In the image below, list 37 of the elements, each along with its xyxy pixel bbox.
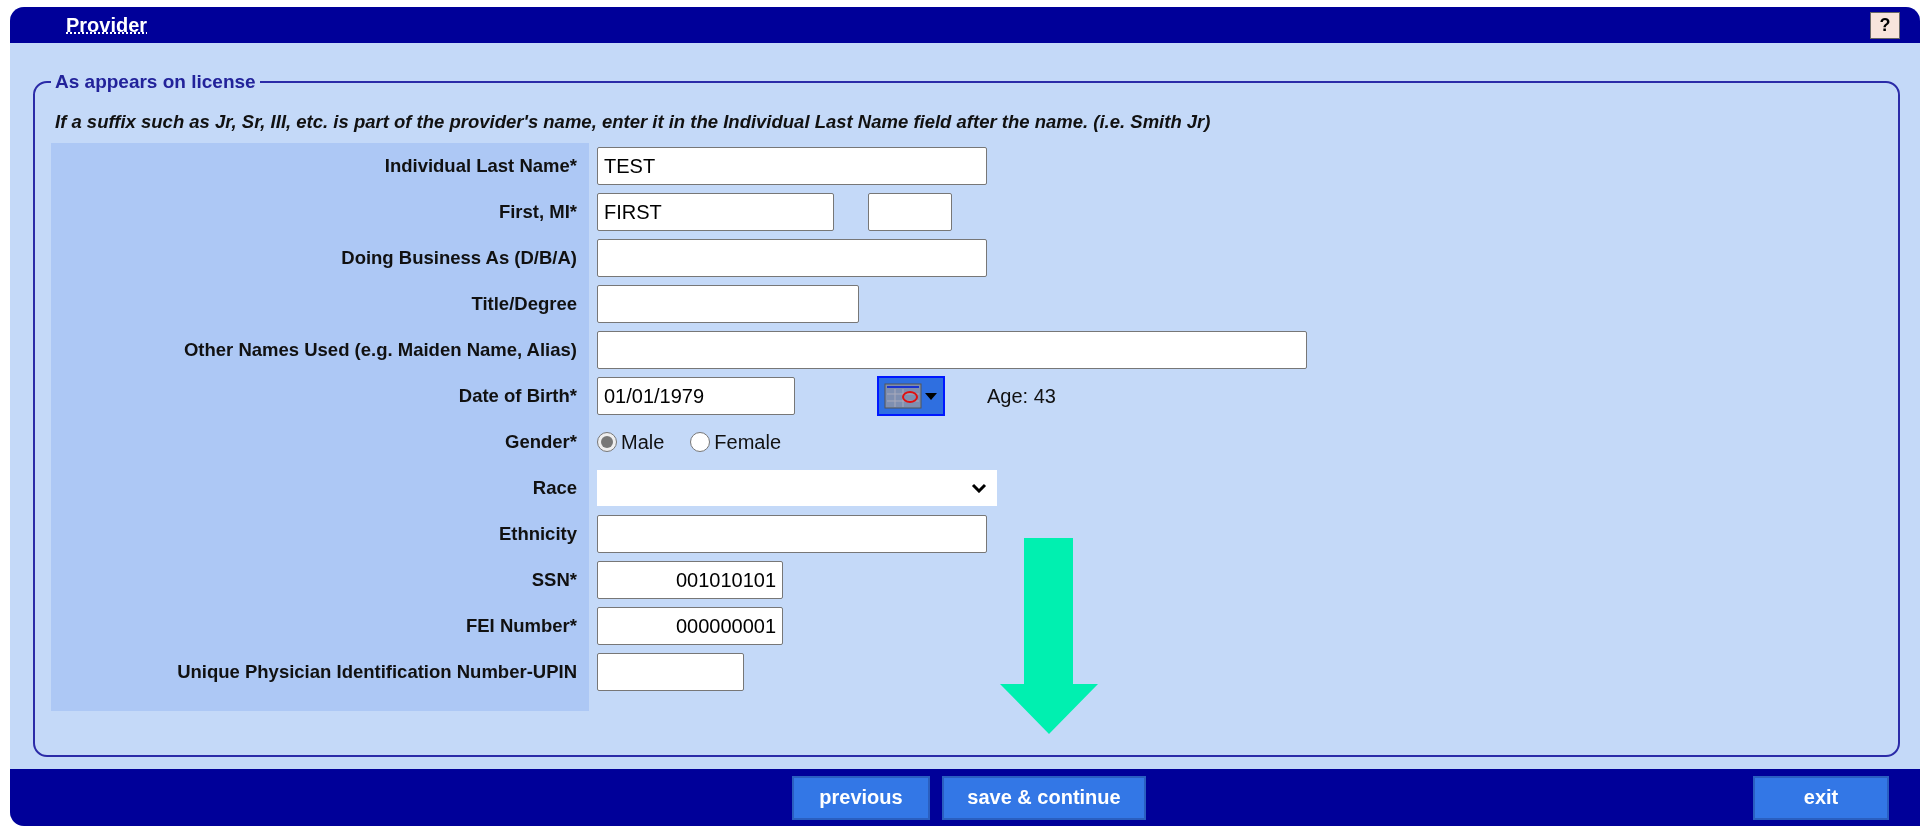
field-label: First, MI* (497, 201, 578, 223)
input-field[interactable]: 001010101 (597, 561, 783, 599)
field-label: FEI Number* (464, 615, 578, 637)
input-field[interactable]: 000000001 (597, 607, 783, 645)
input-field[interactable] (597, 285, 859, 323)
input-field[interactable] (597, 515, 987, 553)
input-field[interactable] (597, 653, 744, 691)
calendar-icon (883, 381, 939, 411)
field-label: Ethnicity (497, 523, 578, 545)
field-label: Gender* (504, 431, 578, 453)
field-label: Doing Business As (D/B/A) (340, 247, 578, 269)
input-field[interactable] (597, 239, 987, 277)
help-button[interactable]: ? (1870, 11, 1900, 39)
field-label: Other Names Used (e.g. Maiden Name, Alias) (182, 339, 578, 361)
field-label: Date of Birth* (457, 385, 578, 407)
down-arrow-icon (1000, 538, 1098, 734)
field-label: Individual Last Name* (383, 155, 578, 177)
age-text: Age: 43 (987, 384, 1056, 408)
date-field[interactable]: 01/01/1979 (597, 377, 795, 415)
input-field[interactable] (597, 331, 1307, 369)
input-field[interactable]: FIRST (597, 193, 834, 231)
radio-option[interactable]: Male (597, 430, 665, 454)
input-field[interactable]: TEST (597, 147, 987, 185)
field-label: Unique Physician Identification Number-UPIN (176, 661, 578, 683)
instruction-text: If a suffix such as Jr, Sr, III, etc. is part of the provider's name, enter it in the Individual Last Name field after the name. (i.e. Smith Jr) (55, 111, 1212, 133)
field-label: Race (531, 477, 578, 499)
field-label: SSN* (530, 569, 578, 591)
field-label: Title/Degree (470, 293, 578, 315)
exit-button[interactable]: exit (1753, 775, 1889, 820)
window-title: Provider (66, 13, 148, 37)
chevron-icon (971, 483, 987, 493)
nav-button[interactable]: previous (792, 775, 930, 820)
calendar-button[interactable] (877, 376, 945, 416)
section-legend: As appears on license (51, 71, 260, 93)
input-field[interactable] (868, 193, 952, 231)
radio-option[interactable]: Female (690, 430, 782, 454)
nav-button[interactable]: save & continue (942, 775, 1146, 820)
